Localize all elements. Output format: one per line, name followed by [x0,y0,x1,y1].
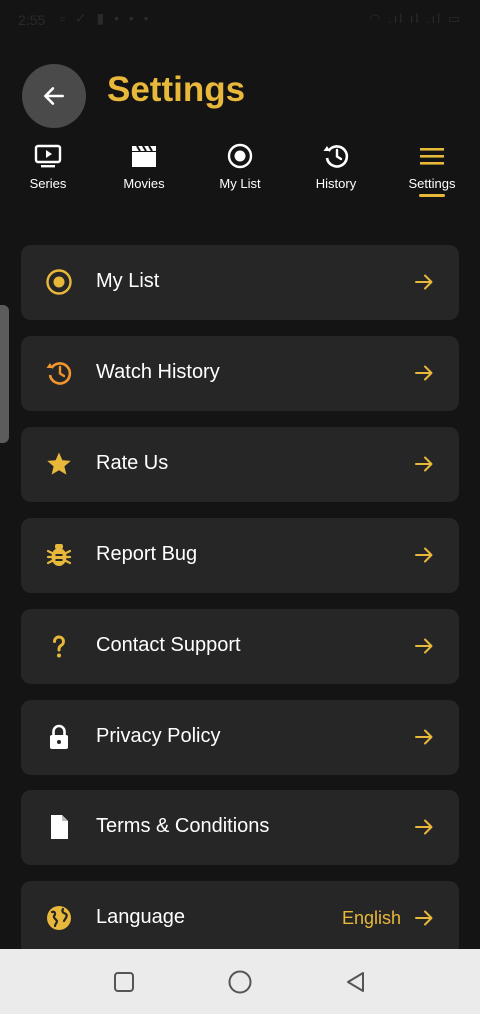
system-nav-bar [0,949,480,1014]
triangle-back-icon [347,972,364,992]
radio-target-icon [227,143,253,169]
back-button[interactable] [22,64,86,128]
active-tab-indicator [419,194,445,197]
menu-item-rate-us[interactable]: Rate Us [21,427,459,502]
menu-item-label: Privacy Policy [96,725,221,747]
language-value: English [341,908,401,928]
recents-button[interactable] [111,969,137,995]
tab-history[interactable]: History [288,142,384,198]
arrow-right-icon [415,819,433,835]
menu-item-label: Contact Support [96,634,241,656]
tab-my-list[interactable]: My List [192,142,288,198]
history-icon [46,362,72,385]
tab-series-label: Series [29,176,67,191]
tab-settings[interactable]: Settings [384,142,480,198]
tab-settings-label: Settings [408,176,456,191]
menu-item-privacy-policy[interactable]: Privacy Policy [21,700,459,775]
arrow-left-icon [44,87,64,105]
tab-history-label: History [315,176,357,191]
home-button[interactable] [227,969,253,995]
arrow-right-icon [415,274,433,290]
tab-movies[interactable]: Movies [96,142,192,198]
system-back-button[interactable] [343,969,369,995]
menu-item-contact-support[interactable]: Contact Support [21,609,459,684]
menu-item-watch-history[interactable]: Watch History [21,336,459,411]
document-icon [51,815,68,839]
arrow-right-icon [415,638,433,654]
page-title: Settings [107,70,246,109]
arrow-right-icon [415,365,433,381]
menu-item-label: Terms & Conditions [96,815,270,837]
menu-item-language[interactable]: Language English [21,881,459,956]
globe-icon [47,906,71,930]
star-icon [47,452,71,475]
lock-icon [50,724,68,749]
circle-home-icon [228,970,252,994]
tab-my-list-label: My List [219,176,261,191]
radio-target-icon [46,269,72,295]
edge-drag-handle[interactable] [0,305,9,443]
menu-item-label: Watch History [96,361,220,383]
bug-icon [46,544,72,566]
menu-item-label: Report Bug [96,543,198,565]
menu-icon [420,148,444,165]
menu-item-label: My List [96,270,160,292]
status-time: 2:55 [18,12,46,28]
top-tab-bar: Series Movies My List History Settings [0,142,480,202]
tab-movies-label: Movies [123,176,165,191]
square-recents-icon [114,972,134,992]
menu-item-label: Rate Us [96,452,169,474]
arrow-right-icon [415,547,433,563]
clapperboard-icon [132,145,156,167]
menu-item-label: Language [96,906,185,928]
status-notification-icons: ▫ ✓ ▮ • • • [60,10,152,26]
status-bar: 2:55 ▫ ✓ ▮ • • • ◠ .ıl ıl .ıl ▭ [0,0,480,40]
question-icon [52,635,65,658]
tab-series[interactable]: Series [0,142,96,198]
menu-item-report-bug[interactable]: Report Bug [21,518,459,593]
tv-play-icon [34,144,62,168]
status-system-icons: ◠ .ıl ıl .ıl ▭ [369,11,462,26]
menu-item-my-list[interactable]: My List [21,245,459,320]
history-icon [323,145,349,168]
arrow-right-icon [415,910,433,926]
arrow-right-icon [415,729,433,745]
arrow-right-icon [415,456,433,472]
menu-item-terms-conditions[interactable]: Terms & Conditions [21,790,459,865]
